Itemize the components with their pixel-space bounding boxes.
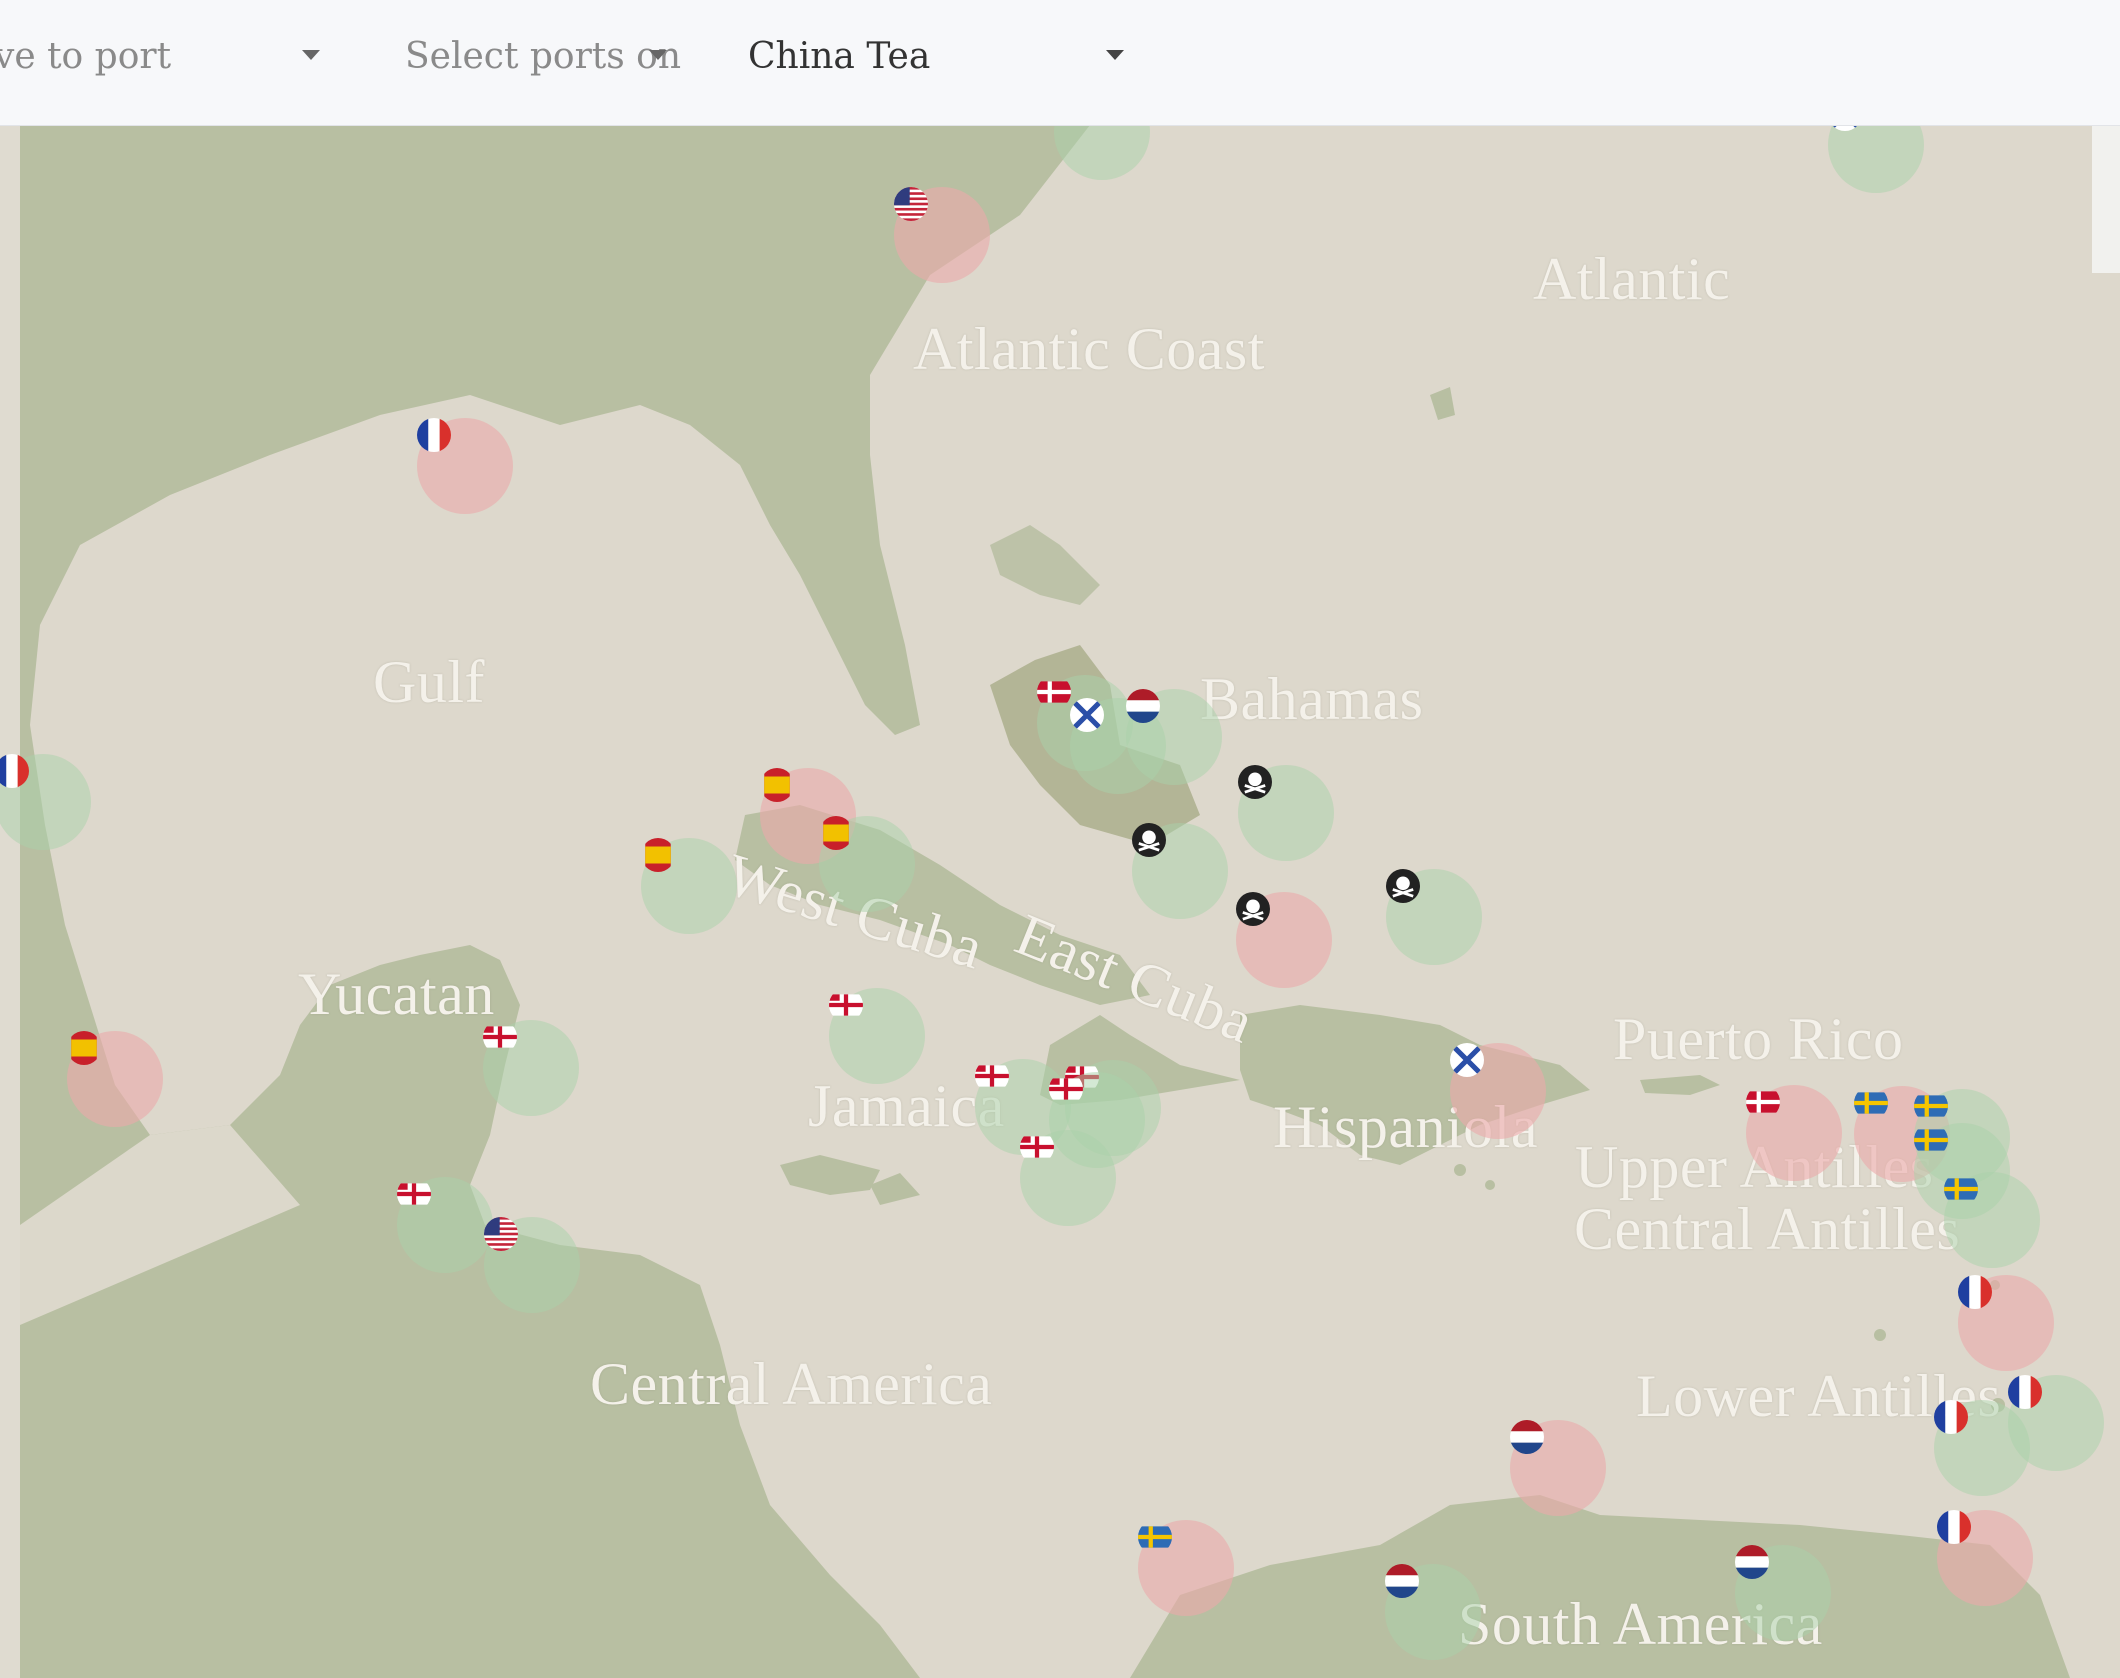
- port-marker[interactable]: [1386, 869, 1482, 965]
- pirate-flag-icon: [1132, 823, 1166, 857]
- england-flag-icon: [483, 1026, 517, 1048]
- france-flag-icon: [1934, 1400, 1968, 1434]
- port-marker[interactable]: [1958, 1275, 2054, 1371]
- good-select-value: China Tea: [748, 35, 931, 77]
- chevron-down-icon: [1106, 50, 1124, 60]
- france-flag-icon: [1937, 1510, 1971, 1544]
- sweden-flag-icon: [1854, 1092, 1888, 1114]
- spain-flag-icon: [764, 768, 790, 802]
- pirate-flag-icon: [1238, 765, 1272, 799]
- region-label-puerto-rico: Puerto Rico: [1613, 1006, 1904, 1072]
- port-marker[interactable]: [1238, 765, 1334, 861]
- spain-flag-icon: [71, 1031, 97, 1065]
- sunburst-flag-icon: [1070, 698, 1104, 732]
- port-marker[interactable]: [894, 187, 990, 283]
- port-marker[interactable]: [819, 816, 915, 912]
- netherlands-flag-icon: [1735, 1545, 1769, 1579]
- port-marker[interactable]: [1132, 823, 1228, 919]
- spain-flag-icon: [645, 838, 671, 872]
- sweden-flag-icon: [1944, 1178, 1978, 1200]
- sweden-flag-icon: [1914, 1095, 1948, 1117]
- france-flag-icon: [0, 754, 29, 788]
- denmark-flag-icon: [1746, 1091, 1780, 1113]
- region-label-central-antilles: Central Antilles: [1574, 1196, 1961, 1262]
- toolbar: ve to port Select ports on China Tea: [0, 0, 2120, 126]
- port-marker[interactable]: [1937, 1510, 2033, 1606]
- england-flag-icon: [1020, 1136, 1054, 1158]
- region-label-atlantic: Atlantic: [1533, 246, 1731, 312]
- pirate-flag-icon: [1236, 892, 1270, 926]
- region-label-yucatan: Yucatan: [298, 961, 495, 1027]
- chevron-down-icon: [649, 50, 667, 60]
- france-flag-icon: [2008, 1375, 2042, 1409]
- port-marker[interactable]: [1126, 689, 1222, 785]
- port-marker[interactable]: [1385, 1564, 1481, 1660]
- netherlands-flag-icon: [1385, 1564, 1419, 1598]
- england-flag-icon: [1049, 1078, 1083, 1100]
- port-marker[interactable]: [1450, 1043, 1546, 1139]
- port-marker[interactable]: [1944, 1172, 2040, 1268]
- france-flag-icon: [417, 418, 451, 452]
- caribbean-map[interactable]: Atlantic Atlantic Coast Gulf Bahamas Wes…: [0, 125, 2120, 1678]
- spain-flag-icon: [823, 816, 849, 850]
- port-marker[interactable]: [1236, 892, 1332, 988]
- good-select-dropdown[interactable]: China Tea: [748, 28, 1124, 84]
- pirate-flag-icon: [1386, 869, 1420, 903]
- port-marker[interactable]: [484, 1217, 580, 1313]
- region-label-central-america: Central America: [590, 1351, 993, 1417]
- region-label-gulf: Gulf: [373, 649, 485, 715]
- denmark-flag-icon: [1037, 681, 1071, 703]
- port-marker[interactable]: [1020, 1130, 1116, 1226]
- port-marker[interactable]: [67, 1031, 163, 1127]
- netherlands-flag-icon: [1510, 1420, 1544, 1454]
- england-flag-icon: [829, 994, 863, 1016]
- port-marker[interactable]: [1934, 1400, 2030, 1496]
- us-flag-icon: [484, 1217, 518, 1251]
- port-marker[interactable]: [829, 988, 925, 1084]
- sweden-flag-icon: [1138, 1526, 1172, 1548]
- region-label-bahamas: Bahamas: [1200, 666, 1424, 732]
- select-ports-dropdown[interactable]: Select ports on: [405, 28, 681, 84]
- select-ports-label: Select ports on: [405, 35, 682, 77]
- france-flag-icon: [1958, 1275, 1992, 1309]
- move-to-port-dropdown[interactable]: ve to port: [0, 28, 324, 84]
- region-label-atlantic-coast: Atlantic Coast: [913, 316, 1265, 382]
- scrollbar-thumb[interactable]: [2092, 125, 2120, 273]
- england-flag-icon: [397, 1183, 431, 1205]
- us-flag-icon: [894, 187, 928, 221]
- port-marker[interactable]: [417, 418, 513, 514]
- move-to-port-label: ve to port: [0, 35, 172, 77]
- port-marker[interactable]: [397, 1177, 493, 1273]
- port-marker[interactable]: [1746, 1085, 1842, 1181]
- port-marker[interactable]: [483, 1020, 579, 1116]
- england-flag-icon: [975, 1065, 1009, 1087]
- scotland-flag-icon: [1450, 1043, 1484, 1077]
- sweden-flag-icon: [1914, 1129, 1948, 1151]
- half-flag-icon: [1126, 689, 1160, 723]
- port-marker[interactable]: [641, 838, 737, 934]
- port-marker[interactable]: [1510, 1420, 1606, 1516]
- port-marker[interactable]: [1138, 1520, 1234, 1616]
- chevron-down-icon: [302, 50, 320, 60]
- port-marker[interactable]: [1735, 1545, 1831, 1641]
